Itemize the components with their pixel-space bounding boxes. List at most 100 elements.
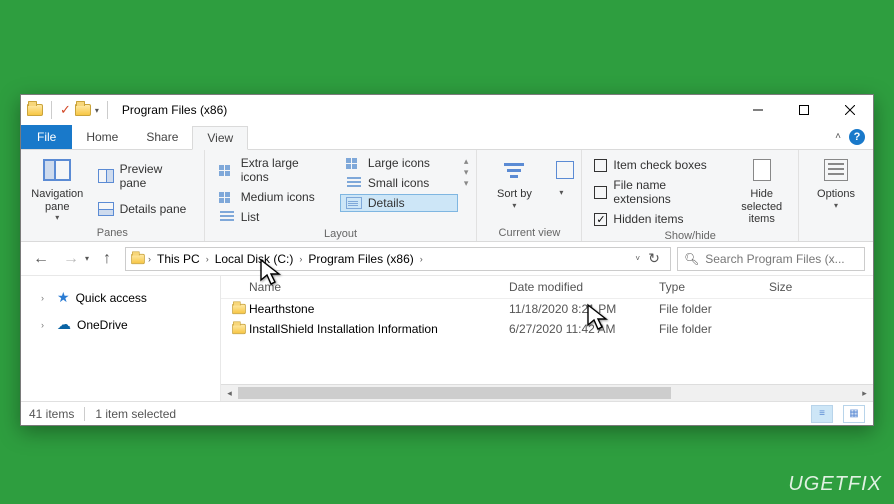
current-view-group-label: Current view	[485, 225, 573, 239]
status-separator	[84, 407, 85, 421]
qat-customize-caret[interactable]: ▾	[95, 106, 99, 115]
layout-large[interactable]: Large icons	[340, 154, 458, 172]
options-button[interactable]: Options ▾	[807, 154, 865, 210]
refresh-button[interactable]: ↻	[642, 250, 666, 267]
layout-scroll-down[interactable]: ▾	[464, 167, 469, 178]
preview-pane-label: Preview pane	[120, 162, 190, 190]
layout-medium[interactable]: Medium icons	[213, 188, 334, 206]
forward-button[interactable]: →	[59, 247, 83, 271]
address-dropdown[interactable]: ˅	[635, 254, 640, 263]
hide-selected-button[interactable]: Hide selected items	[733, 154, 790, 226]
chevron-right-icon[interactable]: ›	[41, 293, 51, 303]
hidden-items-toggle[interactable]: ✓Hidden items	[590, 210, 727, 228]
checkbox-icon	[594, 159, 607, 172]
maximize-button[interactable]	[781, 95, 827, 125]
file-rows: Hearthstone 11/18/2020 8:21 PM File fold…	[221, 299, 873, 384]
column-headers: Name Date modified Type Size	[221, 276, 873, 299]
history-dropdown[interactable]: ▾	[85, 254, 89, 263]
sidebar-onedrive[interactable]: › ☁ OneDrive	[25, 311, 216, 338]
status-bar: 41 items 1 item selected ≡ ▦	[21, 401, 873, 425]
sort-by-button[interactable]: Sort by ▾	[485, 154, 543, 210]
preview-pane-button[interactable]: Preview pane	[92, 158, 196, 194]
table-row[interactable]: Hearthstone 11/18/2020 8:21 PM File fold…	[221, 299, 873, 319]
back-button[interactable]: ←	[29, 247, 53, 271]
new-folder-icon[interactable]	[75, 104, 91, 116]
up-button[interactable]: ↑	[95, 247, 119, 271]
details-pane-label: Details pane	[120, 202, 187, 216]
layout-group-label: Layout	[213, 226, 469, 240]
sort-icon	[501, 159, 527, 181]
chevron-right-icon[interactable]: ›	[206, 254, 209, 264]
close-button[interactable]	[827, 95, 873, 125]
layout-extra-large[interactable]: Extra large icons	[213, 154, 334, 186]
layout-list[interactable]: List	[213, 208, 334, 226]
sidebar-quick-access[interactable]: › ★ Quick access	[25, 284, 216, 311]
help-icon[interactable]: ?	[849, 129, 865, 145]
properties-icon[interactable]: ✓	[60, 102, 71, 118]
column-name[interactable]: Name	[249, 280, 509, 294]
table-row[interactable]: InstallShield Installation Information 6…	[221, 319, 873, 339]
details-icon	[346, 197, 362, 209]
folder-icon	[27, 104, 43, 116]
grid-icon	[219, 191, 235, 203]
layout-small[interactable]: Small icons	[340, 174, 458, 192]
chevron-right-icon[interactable]: ›	[148, 254, 151, 264]
address-bar[interactable]: › This PC › Local Disk (C:) › Program Fi…	[125, 247, 671, 271]
search-box[interactable]: 🔍︎ Search Program Files (x...	[677, 247, 865, 271]
checkbox-checked-icon: ✓	[594, 213, 607, 226]
row-modified: 11/18/2020 8:21 PM	[509, 302, 659, 316]
explorer-window: ✓ ▾ Program Files (x86) File Home Share …	[20, 94, 874, 426]
options-label: Options	[807, 188, 865, 201]
folder-icon	[131, 253, 145, 263]
chevron-right-icon[interactable]: ›	[420, 254, 423, 264]
navigation-pane-button[interactable]: Navigation pane ▾	[29, 154, 86, 222]
breadcrumb-this-pc[interactable]: This PC	[153, 252, 204, 266]
horizontal-scrollbar[interactable]: ◂ ▸	[221, 384, 873, 401]
view-tab[interactable]: View	[192, 126, 248, 150]
details-view-button[interactable]: ≡	[811, 405, 833, 423]
share-tab[interactable]: Share	[132, 125, 192, 149]
ribbon: Navigation pane ▾ Preview pane Details p…	[21, 150, 873, 242]
breadcrumb-local-disk[interactable]: Local Disk (C:)	[211, 252, 298, 266]
folder-icon	[229, 303, 249, 315]
column-type[interactable]: Type	[659, 280, 769, 294]
layout-scroll-up[interactable]: ▴	[464, 156, 469, 167]
column-size[interactable]: Size	[769, 280, 873, 294]
watermark: UGETFIX	[788, 473, 882, 496]
chevron-right-icon[interactable]: ›	[299, 254, 302, 264]
navigation-sidebar: › ★ Quick access › ☁ OneDrive	[21, 276, 221, 401]
qat-separator	[51, 101, 52, 119]
chevron-right-icon[interactable]: ›	[41, 320, 51, 330]
breadcrumb-program-files[interactable]: Program Files (x86)	[304, 252, 417, 266]
thumbnails-view-button[interactable]: ▦	[843, 405, 865, 423]
ribbon-group-options: Options ▾	[799, 150, 873, 241]
show-hide-group-label: Show/hide	[590, 228, 790, 242]
column-modified[interactable]: Date modified	[509, 280, 659, 294]
scroll-track[interactable]	[238, 385, 856, 401]
sidebar-onedrive-label: OneDrive	[77, 318, 128, 332]
layout-details[interactable]: Details	[340, 194, 458, 212]
checkbox-icon	[594, 186, 607, 199]
ribbon-group-show-hide: Item check boxes File name extensions ✓H…	[582, 150, 799, 241]
titlebar: ✓ ▾ Program Files (x86)	[21, 95, 873, 125]
item-check-boxes-toggle[interactable]: Item check boxes	[590, 156, 727, 174]
grid-icon	[219, 164, 235, 176]
home-tab[interactable]: Home	[72, 125, 132, 149]
file-tab[interactable]: File	[21, 125, 72, 149]
ribbon-group-panes: Navigation pane ▾ Preview pane Details p…	[21, 150, 205, 241]
ribbon-minimize-icon[interactable]: ˄	[835, 131, 841, 142]
details-pane-button[interactable]: Details pane	[92, 198, 196, 220]
row-type: File folder	[659, 322, 769, 336]
content-area: › ★ Quick access › ☁ OneDrive Name Date …	[21, 276, 873, 401]
scroll-right-icon[interactable]: ▸	[856, 388, 873, 399]
file-name-extensions-toggle[interactable]: File name extensions	[590, 176, 727, 208]
minimize-button[interactable]	[735, 95, 781, 125]
group-by-button[interactable]: ▾	[549, 154, 573, 197]
hide-selected-label: Hide selected items	[733, 188, 790, 226]
navigation-row: ← → ▾ ↑ › This PC › Local Disk (C:) › Pr…	[21, 242, 873, 276]
window-title: Program Files (x86)	[122, 103, 735, 117]
scroll-thumb[interactable]	[238, 387, 671, 399]
search-icon: 🔍︎	[684, 252, 699, 266]
layout-expand[interactable]: ▾	[464, 178, 469, 189]
scroll-left-icon[interactable]: ◂	[221, 388, 238, 399]
